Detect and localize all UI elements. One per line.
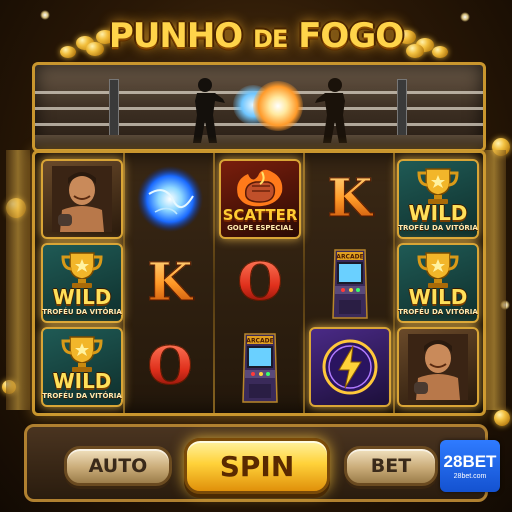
reel-grid: WILD TROFÉU DA VITÓRIA WILD TROFÉU DA VI…: [32, 150, 486, 416]
spin-button[interactable]: SPIN: [184, 438, 330, 494]
symbol-arcade-cabinet: ARCADE: [219, 327, 301, 407]
symbol-scatter: SCATTER GOLPE ESPECIAL: [219, 159, 301, 239]
brand-badge[interactable]: 28BET 28bet.com: [440, 440, 500, 492]
title-word-3: FOGO: [298, 16, 404, 56]
fighter-right-silhouette: [315, 78, 347, 143]
brand-name: 28BET: [443, 451, 497, 471]
title-word-2: DE: [253, 25, 288, 53]
title-word-1: PUNHO: [108, 16, 243, 56]
trophy-icon: [61, 251, 103, 288]
symbol-fighter-portrait: [397, 327, 479, 407]
flaming-fist-icon: [237, 169, 283, 207]
symbol-wild: WILD TROFÉU DA VITÓRIA: [397, 243, 479, 323]
arcade-cabinet-icon: ARCADE: [332, 249, 368, 319]
reel-divider: [393, 153, 395, 413]
gold-coin: [494, 410, 510, 426]
symbol-wild: WILD TROFÉU DA VITÓRIA: [41, 327, 123, 407]
auto-button[interactable]: AUTO: [64, 446, 172, 486]
energy-clash: [253, 81, 303, 131]
ring-floor: [35, 135, 483, 149]
reel-divider: [213, 153, 215, 413]
letter-o: O: [237, 252, 283, 313]
symbol-letter-o: O: [219, 243, 301, 323]
side-pillar-left: [6, 150, 30, 410]
reel-divider: [303, 153, 305, 413]
arcade-cabinet-icon: ARCADE: [242, 333, 278, 403]
symbol-fighter-portrait: [41, 159, 123, 239]
symbol-arcade-cabinet: ARCADE: [309, 243, 391, 323]
reel-divider: [123, 153, 125, 413]
trophy-icon: [61, 335, 103, 372]
letter-k: K: [147, 252, 193, 313]
symbol-letter-k: K: [309, 159, 391, 239]
symbol-wild: WILD TROFÉU DA VITÓRIA: [41, 243, 123, 323]
wild-sub-label: TROFÉU DA VITÓRIA: [42, 307, 122, 316]
wild-sub-label: TROFÉU DA VITÓRIA: [42, 391, 122, 400]
wild-label: WILD: [52, 368, 112, 393]
wild-sub-label: TROFÉU DA VITÓRIA: [398, 307, 478, 316]
fighter-portrait-icon: [408, 334, 468, 400]
game-title: PUNHO DE FOGO: [109, 8, 404, 64]
letter-o: O: [147, 336, 193, 397]
symbol-letter-o: O: [129, 327, 211, 407]
wild-sub-label: TROFÉU DA VITÓRIA: [398, 223, 478, 232]
brand-url: 28bet.com: [453, 472, 487, 480]
symbol-lightning-orb: [309, 327, 391, 407]
arena-banner: [32, 62, 486, 152]
fighter-portrait-icon: [52, 166, 112, 232]
symbol-energy-orb: [129, 159, 211, 239]
letter-k: K: [327, 168, 373, 229]
gold-coin: [60, 46, 76, 58]
energy-orb-icon: [137, 166, 203, 232]
symbol-letter-k: K: [129, 243, 211, 323]
trophy-icon: [417, 167, 459, 204]
wild-label: WILD: [408, 284, 468, 309]
arcade-marquee-label: ARCADE: [336, 254, 363, 261]
scatter-label: SCATTER: [222, 206, 298, 224]
scatter-sub-label: GOLPE ESPECIAL: [227, 224, 293, 232]
gold-coin: [406, 44, 424, 58]
fighter-left-silhouette: [193, 78, 225, 143]
gold-coin: [432, 46, 448, 58]
sparkle-icon: [40, 10, 50, 20]
arcade-marquee-label: ARCADE: [246, 338, 273, 345]
sparkle-icon: [460, 12, 470, 22]
bet-button[interactable]: BET: [344, 446, 438, 486]
gold-coin: [86, 42, 104, 56]
symbol-wild: WILD TROFÉU DA VITÓRIA: [397, 159, 479, 239]
lightning-orb-icon: [322, 339, 378, 395]
wild-label: WILD: [52, 284, 112, 309]
trophy-icon: [417, 251, 459, 288]
wild-label: WILD: [408, 200, 468, 225]
